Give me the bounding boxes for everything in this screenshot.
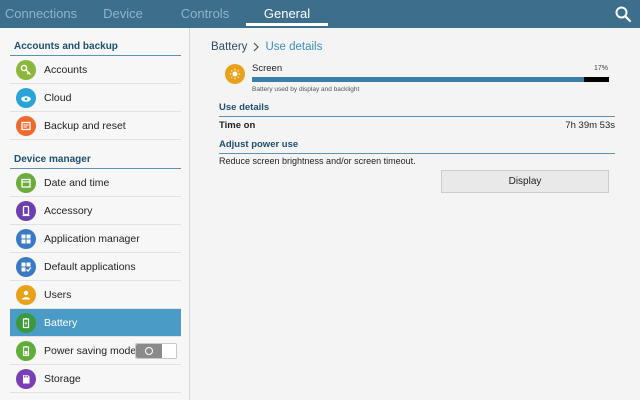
section-title-use-details: Use details <box>219 102 615 117</box>
battery-icon <box>16 312 36 333</box>
screen-brightness-icon <box>225 64 245 84</box>
cloud-icon <box>16 87 36 108</box>
usage-description: Battery used by display and backlight <box>252 86 360 93</box>
key-icon <box>16 59 36 80</box>
sidebar-item-label: Default applications <box>44 260 136 273</box>
tab-connections[interactable]: Connections <box>0 0 82 28</box>
sidebar-item-label: Cloud <box>44 91 72 104</box>
backup-icon <box>16 115 36 136</box>
sidebar-item-application-manager[interactable]: Application manager <box>10 225 181 253</box>
sidebar-item-power-saving-mode[interactable]: Power saving mode <box>10 337 181 365</box>
adjust-power-text: Reduce screen brightness and/or screen t… <box>219 156 416 166</box>
usage-name: Screen <box>252 63 283 74</box>
breadcrumb-battery[interactable]: Battery <box>211 41 247 53</box>
sidebar-item-label: Accessory <box>44 204 93 217</box>
sidebar-item-label: Backup and reset <box>44 119 126 132</box>
sidebar-item-users[interactable]: Users <box>10 281 181 309</box>
users-icon <box>16 284 36 305</box>
main-content: Battery Use details Screen 17% Battery u… <box>191 28 640 400</box>
top-tab-bar: Connections Device Controls General <box>0 0 640 28</box>
section-title-adjust-power-use: Adjust power use <box>219 139 615 154</box>
search-icon[interactable] <box>614 5 632 23</box>
display-button[interactable]: Display <box>441 170 609 193</box>
usage-progress-fill <box>252 77 584 82</box>
tab-general[interactable]: General <box>246 0 328 28</box>
sidebar-item-battery[interactable]: Battery <box>10 309 181 337</box>
breadcrumb-current: Use details <box>265 41 323 53</box>
power-saving-icon <box>16 340 36 361</box>
sidebar-item-label: Storage <box>44 372 81 385</box>
sidebar-item-default-applications[interactable]: Default applications <box>10 253 181 281</box>
time-on-value: 7h 39m 53s <box>565 119 615 131</box>
time-on-row: Time on 7h 39m 53s <box>219 117 615 133</box>
time-on-label: Time on <box>219 119 256 131</box>
sidebar-item-label: Users <box>44 288 72 301</box>
section-title-accounts-backup: Accounts and backup <box>10 28 181 56</box>
sidebar-item-cloud[interactable]: Cloud <box>10 84 181 112</box>
sidebar-item-accounts[interactable]: Accounts <box>10 56 181 84</box>
apps-icon <box>16 228 36 249</box>
sidebar-item-label: Accounts <box>44 63 88 76</box>
usage-entry-screen: Screen 17% Battery used by display and b… <box>225 63 610 95</box>
toggle-knob <box>136 344 162 358</box>
sidebar: Accounts and backup Accounts Cloud Backu… <box>0 28 190 400</box>
sidebar-item-accessory[interactable]: Accessory <box>10 197 181 225</box>
tab-controls[interactable]: Controls <box>164 0 246 28</box>
date-time-icon <box>16 172 36 193</box>
power-saving-toggle[interactable] <box>135 343 177 359</box>
sidebar-item-label: Application manager <box>44 232 140 245</box>
sidebar-item-label: Date and time <box>44 176 110 189</box>
default-apps-icon <box>16 256 36 277</box>
usage-percent: 17% <box>593 65 608 72</box>
chevron-right-icon <box>254 42 260 52</box>
sidebar-item-storage[interactable]: Storage <box>10 365 181 393</box>
tab-device[interactable]: Device <box>82 0 164 28</box>
sidebar-item-label: Power saving mode <box>44 344 137 357</box>
breadcrumb: Battery Use details <box>211 41 322 53</box>
section-title-device-manager: Device manager <box>10 140 181 169</box>
storage-icon <box>16 368 36 389</box>
sidebar-item-backup-reset[interactable]: Backup and reset <box>10 112 181 140</box>
sidebar-item-label: Battery <box>44 316 78 329</box>
accessory-icon <box>16 200 36 221</box>
usage-progress-bar <box>252 77 609 82</box>
sidebar-item-date-time[interactable]: Date and time <box>10 169 181 197</box>
